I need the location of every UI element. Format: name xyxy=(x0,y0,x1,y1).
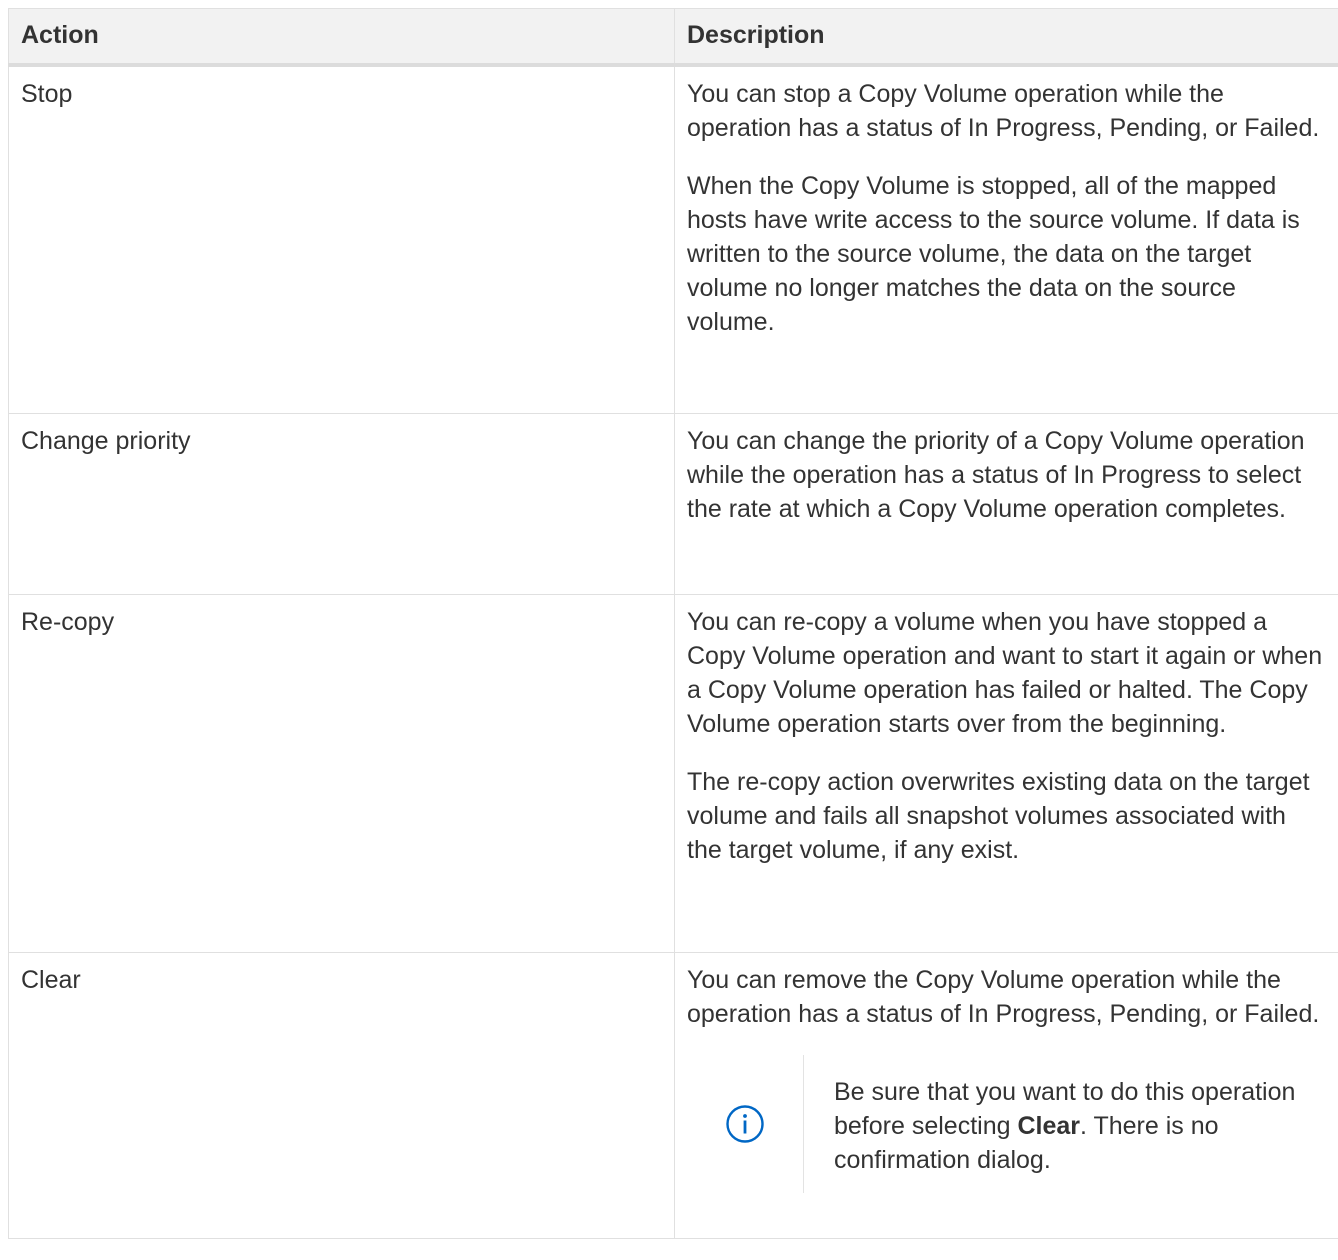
description-cell-clear: You can remove the Copy Volume operation… xyxy=(674,952,1338,1239)
action-cell-re-copy: Re-copy xyxy=(8,594,675,953)
action-cell-clear: Clear xyxy=(8,952,675,1239)
description-paragraph: You can change the priority of a Copy Vo… xyxy=(687,427,1305,523)
table-row-clear: Clear You can remove the Copy Volume ope… xyxy=(8,952,1338,1239)
note-text: Be sure that you want to do this operati… xyxy=(804,1055,1326,1193)
action-cell-change-priority: Change priority xyxy=(8,413,675,595)
description-paragraph: You can stop a Copy Volume operation whi… xyxy=(687,80,1320,142)
actions-table: Action Description Stop You can stop a C… xyxy=(8,8,1338,1239)
note-bold-clear: Clear xyxy=(1017,1112,1080,1140)
table-row-change-priority: Change priority You can change the prior… xyxy=(8,413,1338,595)
table-row-re-copy: Re-copy You can re-copy a volume when yo… xyxy=(8,594,1338,953)
header-description: Description xyxy=(674,8,1338,67)
action-cell-stop: Stop xyxy=(8,64,675,414)
header-action: Action xyxy=(8,8,675,67)
note-icon-column xyxy=(687,1055,804,1193)
description-paragraph: You can remove the Copy Volume operation… xyxy=(687,966,1320,1028)
description-paragraph: When the Copy Volume is stopped, all of … xyxy=(687,172,1300,336)
description-paragraph: The re-copy action overwrites existing d… xyxy=(687,768,1310,864)
description-cell-stop: You can stop a Copy Volume operation whi… xyxy=(674,64,1338,414)
description-cell-re-copy: You can re-copy a volume when you have s… xyxy=(674,594,1338,953)
table-header-row: Action Description xyxy=(8,8,1338,67)
description-cell-change-priority: You can change the priority of a Copy Vo… xyxy=(674,413,1338,595)
info-icon xyxy=(726,1105,764,1143)
description-paragraph: You can re-copy a volume when you have s… xyxy=(687,608,1323,738)
table-row-stop: Stop You can stop a Copy Volume operatio… xyxy=(8,64,1338,414)
admonition-note: Be sure that you want to do this operati… xyxy=(687,1055,1326,1193)
